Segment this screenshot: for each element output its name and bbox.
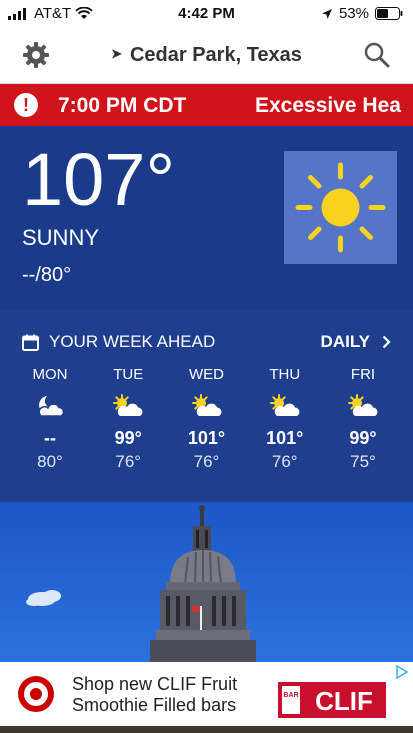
- day-forecast[interactable]: THU 101° 76°: [250, 366, 320, 472]
- adchoices-icon[interactable]: [395, 665, 409, 679]
- alert-icon: !: [14, 93, 38, 117]
- current-temperature: 107°: [22, 138, 176, 221]
- day-high: --: [44, 428, 56, 448]
- day-name: TUE: [113, 366, 144, 383]
- alert-time: 7:00 PM CDT: [58, 94, 187, 117]
- ad-line-2: Smoothie Filled bars: [72, 695, 237, 715]
- moon-cloud-icon: [38, 396, 65, 417]
- day-low: 80°: [37, 452, 63, 471]
- alert-message: Excessive Hea: [255, 94, 401, 117]
- partly-sunny-icon: [113, 394, 143, 416]
- ad-banner[interactable]: Shop new CLIF Fruit Smoothie Filled bars…: [0, 662, 413, 726]
- day-name: MON: [32, 366, 68, 383]
- top-nav: ➤ Cedar Park, Texas: [0, 28, 413, 84]
- day-forecast[interactable]: MON -- 80°: [15, 366, 85, 472]
- week-header: YOUR WEEK AHEAD: [22, 332, 215, 352]
- search-icon[interactable]: [363, 41, 391, 69]
- sun-icon: [295, 162, 386, 253]
- capitol-dome-image: [26, 505, 256, 662]
- partly-sunny-icon: [348, 394, 378, 416]
- weather-alert-banner[interactable]: ! 7:00 PM CDT Excessive Hea: [0, 84, 413, 126]
- day-forecast[interactable]: WED 101° 76°: [172, 366, 242, 472]
- week-ahead-panel: YOUR WEEK AHEAD DAILY MON -- 80° TUE 99°…: [0, 309, 413, 502]
- battery-icon: [375, 7, 403, 20]
- bottom-strip: [0, 726, 413, 733]
- clif-bar-text: BAR: [283, 692, 298, 699]
- daily-button[interactable]: DAILY: [321, 332, 391, 352]
- day-low: 75°: [350, 452, 376, 471]
- location-arrow-icon: ➤: [111, 46, 122, 61]
- ad-text: Shop new CLIF Fruit Smoothie Filled bars: [72, 674, 237, 716]
- clif-brand-text: CLIF: [315, 686, 373, 716]
- current-conditions[interactable]: 107° SUNNY --/80°: [0, 126, 413, 309]
- clif-logo: BAR CLIF: [278, 682, 386, 718]
- target-logo: [18, 676, 54, 712]
- day-name: THU: [269, 366, 301, 383]
- day-name: FRI: [350, 366, 376, 383]
- day-high: 99°: [114, 428, 142, 448]
- ad-line-1: Shop new CLIF Fruit: [72, 674, 238, 694]
- day-high: 101°: [266, 428, 304, 448]
- chevron-right-icon: [382, 335, 391, 349]
- location-arrow-icon: [321, 8, 332, 19]
- day-name: WED: [189, 366, 224, 383]
- daily-label: DAILY: [320, 332, 370, 351]
- battery-percent: 53%: [338, 5, 369, 22]
- day-forecast[interactable]: TUE 99° 76°: [93, 366, 163, 472]
- location-selector[interactable]: ➤ Cedar Park, Texas: [0, 44, 413, 67]
- day-low: 76°: [193, 452, 220, 471]
- day-low: 76°: [271, 452, 298, 471]
- day-forecast[interactable]: FRI 99° 75°: [328, 366, 398, 472]
- background-photo: [0, 502, 413, 662]
- location-label: Cedar Park, Texas: [129, 44, 302, 66]
- day-high: 99°: [349, 428, 377, 448]
- day-low: 76°: [115, 452, 142, 471]
- day-high: 101°: [187, 428, 226, 448]
- partly-sunny-icon: [269, 394, 300, 416]
- status-right: 53%: [321, 5, 403, 22]
- current-condition: SUNNY: [22, 225, 100, 250]
- hi-lo: --/80°: [22, 264, 72, 286]
- condition-icon-box: [284, 151, 397, 264]
- day-forecast-list: MON -- 80° TUE 99° 76° WED 101° 76° THU …: [15, 366, 398, 472]
- calendar-icon: [22, 334, 39, 351]
- week-title: YOUR WEEK AHEAD: [49, 332, 216, 351]
- partly-sunny-icon: [191, 394, 221, 416]
- status-bar: AT&T 4:42 PM 53%: [0, 0, 413, 28]
